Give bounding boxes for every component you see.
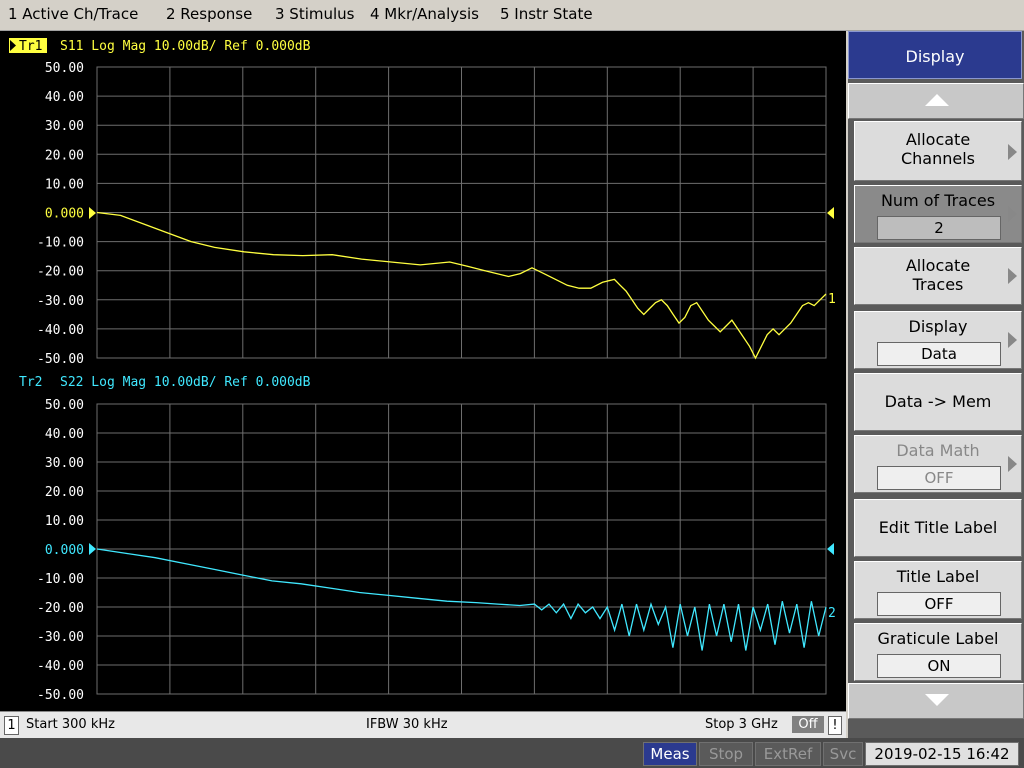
trace1-end-label: 1 [828,292,836,307]
data-to-mem-button[interactable]: Data -> Mem [854,373,1022,431]
title-label-label: Title Label [896,567,980,586]
graticule-label-button[interactable]: Graticule Label ON [854,623,1022,681]
y-tick-label: 0.000 [45,543,84,558]
trace1-header: S11 Log Mag 10.00dB/ Ref 0.000dB [60,39,311,54]
softkey-menu-title: Display [848,31,1022,79]
channel-status-bar: 1 Start 300 kHz IFBW 30 kHz Stop 3 GHz O… [0,711,846,738]
graticule-label-value: ON [877,654,1001,678]
menu-active-ch-trace[interactable]: 1 Active Ch/Trace [8,5,138,23]
plot2-graticule [96,403,827,695]
allocate-channels-label-1: Allocate [905,130,971,149]
y-tick-label: -50.00 [37,352,84,367]
date-time: 2019-02-15 16:42 [865,742,1019,766]
submenu-arrow-icon [1008,332,1017,348]
y-tick-label: -30.00 [37,294,84,309]
trace1-ref-marker-left [89,207,96,219]
edit-title-label-button[interactable]: Edit Title Label [854,499,1022,557]
y-tick-label: 30.00 [45,456,84,471]
instrument-status-bar: Meas Stop ExtRef Svc 2019-02-15 16:42 [0,738,1024,768]
display-label: Display [908,317,968,336]
trace2-tag: Tr2 [19,375,42,390]
data-to-mem-label: Data -> Mem [884,392,992,411]
measurement-display: Tr1 S11 Log Mag 10.00dB/ Ref 0.000dB Tr2… [0,31,846,711]
plot2-y-ticks: 50.00 40.00 30.00 20.00 10.00 0.000 -10.00 -20.… [37,398,84,703]
warning-indicator: ! [828,716,842,735]
edit-title-label-label: Edit Title Label [878,518,998,537]
start-frequency[interactable]: Start 300 kHz [26,717,115,732]
y-tick-label: 40.00 [45,427,84,442]
softkey-scroll-down-button[interactable] [848,683,1024,719]
title-label-button[interactable]: Title Label OFF [854,561,1022,619]
num-of-traces-button[interactable]: Num of Traces 2 [854,185,1022,243]
submenu-arrow-icon [1008,144,1017,160]
graticule-label-label: Graticule Label [877,629,999,648]
y-tick-label: 50.00 [45,398,84,413]
svc-indicator: Svc [823,742,863,766]
arrow-up-icon [925,94,949,106]
menu-response[interactable]: 2 Response [166,5,252,23]
trace2-ref-marker-right [827,543,834,555]
display-value: Data [877,342,1001,366]
allocate-channels-button[interactable]: Allocate Channels [854,121,1022,181]
allocate-traces-button[interactable]: Allocate Traces [854,247,1022,305]
arrow-down-icon [925,694,949,706]
title-label-value: OFF [877,592,1001,616]
trace1-tag: Tr1 [19,39,42,54]
allocate-channels-label-2: Channels [900,149,976,168]
y-tick-label: -40.00 [37,323,84,338]
ifbw-value[interactable]: IFBW 30 kHz [366,717,448,732]
y-tick-label: 0.000 [45,207,84,222]
y-tick-label: 50.00 [45,61,84,76]
extref-indicator: ExtRef [755,742,821,766]
y-tick-label: 40.00 [45,90,84,105]
y-tick-label: -20.00 [37,601,84,616]
y-tick-label: -50.00 [37,688,84,703]
submenu-arrow-icon [1008,206,1017,222]
y-tick-label: 20.00 [45,485,84,500]
y-tick-label: -40.00 [37,659,84,674]
data-math-label: Data Math [896,441,980,460]
averaging-off-badge: Off [792,716,824,733]
stop-frequency[interactable]: Stop 3 GHz [705,717,778,732]
y-tick-label: 20.00 [45,148,84,163]
allocate-traces-label-1: Allocate [905,256,971,275]
allocate-traces-label-2: Traces [912,275,964,294]
softkey-scroll-up-button[interactable] [848,83,1024,119]
menu-stimulus[interactable]: 3 Stimulus [275,5,355,23]
stop-indicator: Stop [699,742,753,766]
data-math-button[interactable]: Data Math OFF [854,435,1022,493]
trace2-header: S22 Log Mag 10.00dB/ Ref 0.000dB [60,375,311,390]
plot1-graticule [96,66,827,359]
num-of-traces-label: Num of Traces [880,191,996,210]
y-tick-label: 10.00 [45,514,84,529]
submenu-arrow-icon [1008,268,1017,284]
y-tick-label: -30.00 [37,630,84,645]
trace-plots: Tr1 S11 Log Mag 10.00dB/ Ref 0.000dB Tr2… [9,38,836,703]
meas-indicator: Meas [643,742,697,766]
trace2-end-label: 2 [828,606,836,621]
y-tick-label: -20.00 [37,265,84,280]
menu-bar: 1 Active Ch/Trace 2 Response 3 Stimulus … [0,0,1024,31]
y-tick-label: -10.00 [37,236,84,251]
trace1-ref-marker-right [827,207,834,219]
plot1-y-ticks: 50.00 40.00 30.00 20.00 10.00 0.000 -10.00 -20.… [37,61,84,367]
menu-instr-state[interactable]: 5 Instr State [500,5,593,23]
channel-number[interactable]: 1 [4,716,19,735]
submenu-arrow-icon [1008,456,1017,472]
num-of-traces-value: 2 [877,216,1001,240]
y-tick-label: -10.00 [37,572,84,587]
softkey-panel: Display Allocate Channels Num of Traces … [848,31,1024,738]
menu-mkr-analysis[interactable]: 4 Mkr/Analysis [370,5,479,23]
trace2-ref-marker-left [89,543,96,555]
y-tick-label: 10.00 [45,177,84,192]
y-tick-label: 30.00 [45,119,84,134]
data-math-value: OFF [877,466,1001,490]
display-data-button[interactable]: Display Data [854,311,1022,369]
